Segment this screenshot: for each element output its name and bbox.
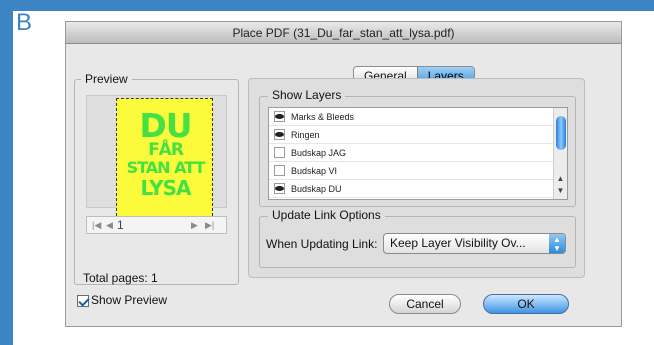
left-accent-bar xyxy=(0,0,13,345)
update-link-select-value: Keep Layer Visibility Ov... xyxy=(390,236,526,250)
scroll-down-icon[interactable]: ▼ xyxy=(554,185,567,197)
layer-row[interactable]: Budskap DU xyxy=(269,180,553,198)
ok-button[interactable]: OK xyxy=(483,294,569,314)
select-arrows-icon: ▲ ▼ xyxy=(549,234,565,253)
scroll-thumb[interactable] xyxy=(556,116,566,150)
show-preview-label: Show Preview xyxy=(91,293,168,307)
next-page-icon[interactable]: ▶ xyxy=(191,218,198,232)
layer-visibility-toggle[interactable] xyxy=(274,147,285,158)
layer-name: Budskap VI xyxy=(291,166,338,176)
layer-row[interactable]: Budskap JAG xyxy=(269,144,553,162)
layer-row[interactable]: Ringen xyxy=(269,126,553,144)
dialog-title: Place PDF (31_Du_far_stan_att_lysa.pdf) xyxy=(66,22,621,44)
preview-legend: Preview xyxy=(81,72,132,86)
scroll-up-icon[interactable]: ▲ xyxy=(554,173,567,185)
total-pages-label: Total pages: 1 xyxy=(83,271,158,285)
eye-icon xyxy=(275,132,284,137)
layer-name: Budskap DU xyxy=(291,184,342,194)
layer-visibility-toggle[interactable] xyxy=(274,183,285,194)
poster-line-stan-att: STAN ATT xyxy=(126,158,206,177)
layer-row[interactable]: Marks & Bleeds xyxy=(269,108,553,126)
cancel-button[interactable]: Cancel xyxy=(389,294,461,314)
update-link-legend: Update Link Options xyxy=(268,208,385,222)
update-link-select[interactable]: Keep Layer Visibility Ov... ▲ ▼ xyxy=(383,233,566,254)
layers-scrollbar[interactable]: ▲ ▼ xyxy=(553,108,567,199)
layer-name: Ringen xyxy=(291,130,320,140)
page-thumbnail: DU FÅR STAN ATT LYSA xyxy=(116,98,213,221)
top-accent-bar xyxy=(0,0,654,11)
update-link-group: Update Link Options When Updating Link: … xyxy=(259,208,576,268)
show-layers-group: Show Layers Marks & Bleeds Ringen Budska… xyxy=(259,88,576,207)
corner-label: B xyxy=(16,9,33,36)
layer-visibility-toggle[interactable] xyxy=(274,111,285,122)
poster-line-du: DU xyxy=(139,106,192,145)
place-pdf-dialog: Place PDF (31_Du_far_stan_att_lysa.pdf) … xyxy=(65,21,622,327)
layer-name: Budskap JAG xyxy=(291,148,347,158)
layer-visibility-toggle[interactable] xyxy=(274,129,285,140)
eye-icon xyxy=(275,186,284,191)
show-layers-legend: Show Layers xyxy=(268,88,346,102)
page-navigator: |◀ ◀ 1 ▶ ▶| xyxy=(86,216,227,234)
eye-icon xyxy=(275,114,284,119)
layer-visibility-toggle[interactable] xyxy=(274,165,285,176)
prev-page-icon[interactable]: ◀ xyxy=(106,218,113,232)
show-preview-checkbox[interactable]: Show Preview xyxy=(77,293,167,307)
layers-list: Marks & Bleeds Ringen Budskap JAG Budska… xyxy=(268,107,568,200)
layer-row[interactable]: Budskap VI xyxy=(269,162,553,180)
page-number[interactable]: 1 xyxy=(117,217,124,233)
preview-group: Preview DU FÅR STAN ATT LYSA |◀ ◀ 1 ▶ ▶| xyxy=(74,72,239,285)
layer-name: Marks & Bleeds xyxy=(291,112,355,122)
poster-line-lysa: LYSA xyxy=(140,176,192,200)
preview-well: DU FÅR STAN ATT LYSA xyxy=(86,95,227,221)
layers-panel: Show Layers Marks & Bleeds Ringen Budska… xyxy=(248,78,585,278)
last-page-icon[interactable]: ▶| xyxy=(205,218,214,232)
update-link-label: When Updating Link: xyxy=(266,237,378,251)
first-page-icon[interactable]: |◀ xyxy=(92,218,101,232)
poster-line-far: FÅR xyxy=(148,140,184,160)
checkbox-checked-icon[interactable] xyxy=(77,294,89,307)
